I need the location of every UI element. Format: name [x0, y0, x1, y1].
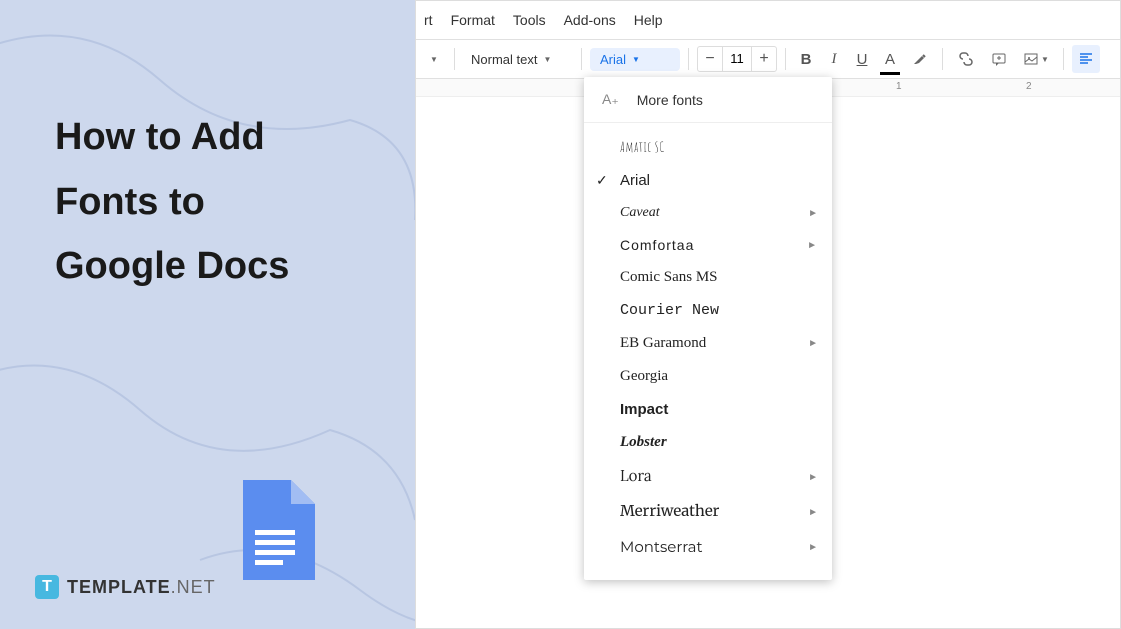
- submenu-arrow-icon: ►: [807, 240, 818, 251]
- underline-button[interactable]: U: [850, 45, 874, 73]
- submenu-arrow-icon: ►: [808, 208, 818, 219]
- paragraph-style-dropdown[interactable]: Normal text ▼: [463, 48, 573, 71]
- separator: [942, 48, 943, 70]
- font-item-label: Impact: [620, 401, 668, 418]
- font-item-label: Comic Sans MS: [620, 269, 718, 286]
- more-fonts-item[interactable]: A₊ More fonts: [584, 77, 832, 123]
- font-size-group: − 11 +: [697, 46, 777, 72]
- decorative-waves: [0, 0, 415, 629]
- font-item-merriweather[interactable]: Merriweather ►: [584, 494, 832, 529]
- font-family-dropdown[interactable]: Arial ▼: [590, 48, 680, 71]
- menu-help[interactable]: Help: [634, 12, 663, 28]
- toolbar: ▼ Normal text ▼ Arial ▼ − 11 + B I U A: [416, 39, 1120, 79]
- font-item-comic-sans-ms[interactable]: Comic Sans MS: [584, 261, 832, 294]
- font-item-label: Lobster: [620, 434, 667, 451]
- bold-button[interactable]: B: [794, 45, 818, 73]
- font-item-arial[interactable]: ✓ Arial: [584, 164, 832, 197]
- insert-image-button[interactable]: ▼: [1017, 45, 1055, 73]
- font-item-label: EB Garamond: [620, 335, 706, 352]
- font-item-lora[interactable]: Lora ►: [584, 459, 832, 494]
- font-item-label: Montserrat: [620, 537, 703, 556]
- info-panel: How to Add Fonts to Google Docs T TEMPLA…: [0, 0, 415, 629]
- menubar: rt Format Tools Add-ons Help: [416, 1, 1120, 39]
- font-item-amatic-sc[interactable]: Amatic SC: [584, 131, 832, 164]
- menu-tools[interactable]: Tools: [513, 12, 546, 28]
- toolbar-prev-dropdown[interactable]: ▼: [422, 45, 446, 73]
- font-item-label: Georgia: [620, 368, 668, 385]
- font-item-eb-garamond[interactable]: EB Garamond ►: [584, 327, 832, 360]
- brand-name: TEMPLATE.NET: [67, 577, 216, 598]
- menu-addons[interactable]: Add-ons: [564, 12, 616, 28]
- brand: T TEMPLATE.NET: [35, 575, 216, 599]
- check-icon: ✓: [596, 172, 608, 189]
- font-item-label: Amatic SC: [620, 139, 664, 156]
- separator: [688, 48, 689, 70]
- chevron-down-icon: ▼: [632, 55, 640, 64]
- menu-format[interactable]: Format: [451, 12, 495, 28]
- increase-font-size-button[interactable]: +: [752, 47, 776, 71]
- page-title: How to Add Fonts to Google Docs: [55, 105, 289, 299]
- brand-logo-icon: T: [35, 575, 59, 599]
- insert-link-button[interactable]: [951, 45, 981, 73]
- font-item-label: Lora: [620, 467, 652, 486]
- decrease-font-size-button[interactable]: −: [698, 47, 722, 71]
- font-item-label: Courier New: [620, 302, 719, 319]
- font-item-montserrat[interactable]: Montserrat ►: [584, 529, 832, 564]
- google-docs-icon: [235, 480, 315, 580]
- font-item-impact[interactable]: Impact: [584, 393, 832, 426]
- title-line-1: How to Add: [55, 105, 289, 170]
- submenu-arrow-icon: ►: [808, 540, 818, 553]
- font-dropdown-menu: A₊ More fonts Amatic SC✓ArialCaveat►Comf…: [584, 77, 832, 580]
- font-item-georgia[interactable]: Georgia: [584, 360, 832, 393]
- font-item-label: Comfortaa: [620, 237, 694, 253]
- font-item-label: Caveat: [620, 205, 660, 221]
- separator: [454, 48, 455, 70]
- font-item-label: Merriweather: [620, 502, 719, 521]
- align-left-button[interactable]: [1072, 45, 1100, 73]
- google-docs-window: rt Format Tools Add-ons Help ▼ Normal te…: [415, 0, 1121, 629]
- submenu-arrow-icon: ►: [808, 338, 818, 349]
- separator: [785, 48, 786, 70]
- menu-insert-truncated[interactable]: rt: [424, 12, 433, 28]
- italic-button[interactable]: I: [822, 45, 846, 73]
- font-item-lobster[interactable]: Lobster: [584, 426, 832, 459]
- font-item-comfortaa[interactable]: Comfortaa ►: [584, 229, 832, 261]
- font-item-caveat[interactable]: Caveat ►: [584, 197, 832, 229]
- ruler-mark-2: 2: [1026, 81, 1032, 92]
- submenu-arrow-icon: ►: [808, 505, 818, 518]
- ruler-mark-1: 1: [896, 81, 902, 92]
- font-size-input[interactable]: 11: [722, 47, 752, 71]
- title-line-3: Google Docs: [55, 234, 289, 299]
- submenu-arrow-icon: ►: [808, 470, 818, 483]
- color-indicator: [880, 72, 900, 75]
- title-line-2: Fonts to: [55, 170, 289, 235]
- font-list: Amatic SC ✓ Arial Caveat ► Comfortaa ► Comic Sa…: [584, 123, 832, 572]
- text-color-button[interactable]: A: [878, 45, 902, 73]
- font-item-courier-new[interactable]: Courier New: [584, 294, 832, 327]
- separator: [1063, 48, 1064, 70]
- highlight-color-button[interactable]: [906, 45, 934, 73]
- chevron-down-icon: ▼: [543, 55, 551, 64]
- font-item-label: Arial: [620, 172, 650, 189]
- add-comment-button[interactable]: [985, 45, 1013, 73]
- add-font-icon: A₊: [602, 91, 619, 108]
- separator: [581, 48, 582, 70]
